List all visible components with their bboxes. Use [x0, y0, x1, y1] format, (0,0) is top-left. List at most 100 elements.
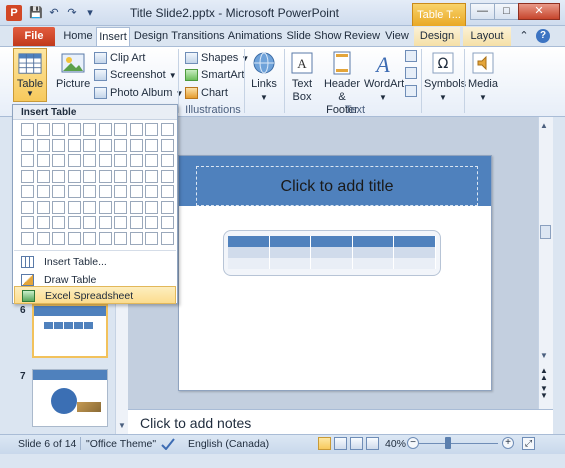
table-grid-cell[interactable]	[160, 138, 174, 152]
table-grid-cell[interactable]	[36, 169, 50, 183]
customize-qat-icon[interactable]: ▾	[82, 6, 98, 20]
language-status[interactable]: English (Canada)	[188, 436, 269, 452]
table-grid-cell[interactable]	[83, 154, 96, 167]
table-grid-cell[interactable]	[36, 138, 50, 152]
shapes-button[interactable]: Shapes ▼	[185, 50, 249, 67]
normal-view-icon[interactable]	[318, 437, 331, 450]
scroll-down-icon[interactable]: ▼	[118, 421, 126, 430]
table-grid-cell[interactable]	[114, 185, 127, 198]
table-grid-cell[interactable]	[145, 231, 158, 245]
help-icon[interactable]: ?	[536, 29, 550, 43]
theme-status[interactable]: "Office Theme"	[86, 436, 156, 452]
table-grid-cell[interactable]	[145, 123, 158, 136]
table-grid-cell[interactable]	[52, 231, 65, 245]
slide-number-icon[interactable]	[405, 67, 417, 79]
table-grid-cell[interactable]	[129, 138, 143, 152]
tab-design[interactable]: Design	[132, 27, 170, 46]
table-grid-cell[interactable]	[21, 154, 34, 167]
clip-art-button[interactable]: Clip Art	[94, 50, 145, 67]
table-grid-cell[interactable]	[145, 200, 158, 214]
table-grid-cell[interactable]	[129, 231, 143, 245]
menu-item-excel-spreadsheet[interactable]: Excel Spreadsheet	[14, 286, 176, 304]
table-grid-cell[interactable]	[21, 200, 34, 214]
tab-animations[interactable]: Animations	[226, 27, 284, 46]
table-grid-cell[interactable]	[83, 231, 96, 245]
screenshot-button[interactable]: Screenshot ▼	[94, 67, 177, 84]
symbols-button[interactable]: Ω Symbols ▼	[424, 48, 466, 104]
spelling-check-icon[interactable]	[161, 438, 175, 451]
table-grid-cell[interactable]	[114, 200, 127, 214]
minimize-button[interactable]: —	[470, 3, 495, 20]
chart-button[interactable]: Chart	[185, 85, 228, 102]
table-grid-cell[interactable]	[98, 231, 112, 245]
table-grid-cell[interactable]	[160, 123, 174, 136]
tab-slide-show[interactable]: Slide Show	[285, 27, 343, 46]
table-grid-cell[interactable]	[21, 123, 34, 136]
table-grid-cell[interactable]	[98, 123, 112, 136]
slide-thumbnail-7[interactable]	[32, 369, 108, 427]
table-grid-cell[interactable]	[67, 169, 81, 183]
table-grid-cell[interactable]	[160, 169, 174, 183]
slide-thumbnail-6[interactable]	[32, 304, 108, 358]
table-grid-cell[interactable]	[98, 169, 112, 183]
zoom-slider-thumb[interactable]	[445, 437, 452, 449]
table-grid-cell[interactable]	[114, 216, 127, 229]
table-grid-cell[interactable]	[52, 216, 65, 229]
table-grid-cell[interactable]	[129, 169, 143, 183]
table-grid-cell[interactable]	[21, 185, 34, 198]
editing-vertical-scrollbar[interactable]: ▲ ▼ ▲ ▲ ▼ ▼	[538, 117, 553, 409]
table-grid-cell[interactable]	[129, 200, 143, 214]
table-grid-cell[interactable]	[160, 185, 174, 198]
table-grid-cell[interactable]	[67, 138, 81, 152]
table-grid-cell[interactable]	[67, 200, 81, 214]
table-grid-cell[interactable]	[52, 138, 65, 152]
table-grid-cell[interactable]	[36, 231, 50, 245]
redo-icon[interactable]: ↷	[64, 6, 80, 20]
table-grid-cell[interactable]	[114, 123, 127, 136]
table-grid-cell[interactable]	[129, 216, 143, 229]
table-grid-cell[interactable]	[145, 216, 158, 229]
minimize-ribbon-icon[interactable]: ⌃	[517, 27, 531, 46]
table-grid-cell[interactable]	[36, 216, 50, 229]
smartart-button[interactable]: SmartArt	[185, 67, 244, 84]
table-grid-cell[interactable]	[36, 185, 50, 198]
save-icon[interactable]: 💾	[28, 6, 44, 20]
table-grid-cell[interactable]	[160, 200, 174, 214]
table-grid-cell[interactable]	[145, 185, 158, 198]
slide-canvas[interactable]: Click to add title	[178, 155, 492, 391]
table-grid-cell[interactable]	[67, 185, 81, 198]
previous-slide-icon[interactable]: ▲ ▲	[540, 367, 548, 382]
powerpoint-app-icon[interactable]: P	[6, 5, 22, 21]
table-grid-cell[interactable]	[67, 216, 81, 229]
links-button[interactable]: Links ▼	[249, 48, 279, 104]
table-grid-cell[interactable]	[67, 154, 81, 167]
title-placeholder[interactable]: Click to add title	[196, 166, 478, 206]
tab-review[interactable]: Review	[343, 27, 381, 46]
table-grid-cell[interactable]	[114, 231, 127, 245]
table-grid-cell[interactable]	[129, 154, 143, 167]
tab-file[interactable]: File	[13, 27, 55, 46]
table-grid-cell[interactable]	[83, 138, 96, 152]
table-grid-cell[interactable]	[145, 138, 158, 152]
table-object[interactable]	[223, 230, 441, 276]
table-grid-cell[interactable]	[52, 185, 65, 198]
table-grid-cell[interactable]	[114, 169, 127, 183]
table-grid-cell[interactable]	[98, 200, 112, 214]
scroll-down-icon[interactable]: ▼	[540, 351, 548, 360]
table-grid-cell[interactable]	[160, 216, 174, 229]
table-grid-cell[interactable]	[114, 138, 127, 152]
wordart-button[interactable]: A WordArt ▼	[364, 48, 404, 104]
close-button[interactable]: ✕	[518, 3, 560, 20]
media-button[interactable]: Media ▼	[467, 48, 499, 104]
object-icon[interactable]	[405, 85, 417, 97]
table-grid-cell[interactable]	[52, 200, 65, 214]
table-grid-cell[interactable]	[98, 185, 112, 198]
table-grid-cell[interactable]	[160, 154, 174, 167]
table-grid-cell[interactable]	[36, 154, 50, 167]
table-grid-cell[interactable]	[21, 231, 34, 245]
scroll-up-icon[interactable]: ▲	[540, 121, 548, 130]
table-grid-cell[interactable]	[98, 138, 112, 152]
table-grid-cell[interactable]	[21, 169, 34, 183]
table-grid-cell[interactable]	[98, 216, 112, 229]
tab-transitions[interactable]: Transitions	[171, 27, 225, 46]
